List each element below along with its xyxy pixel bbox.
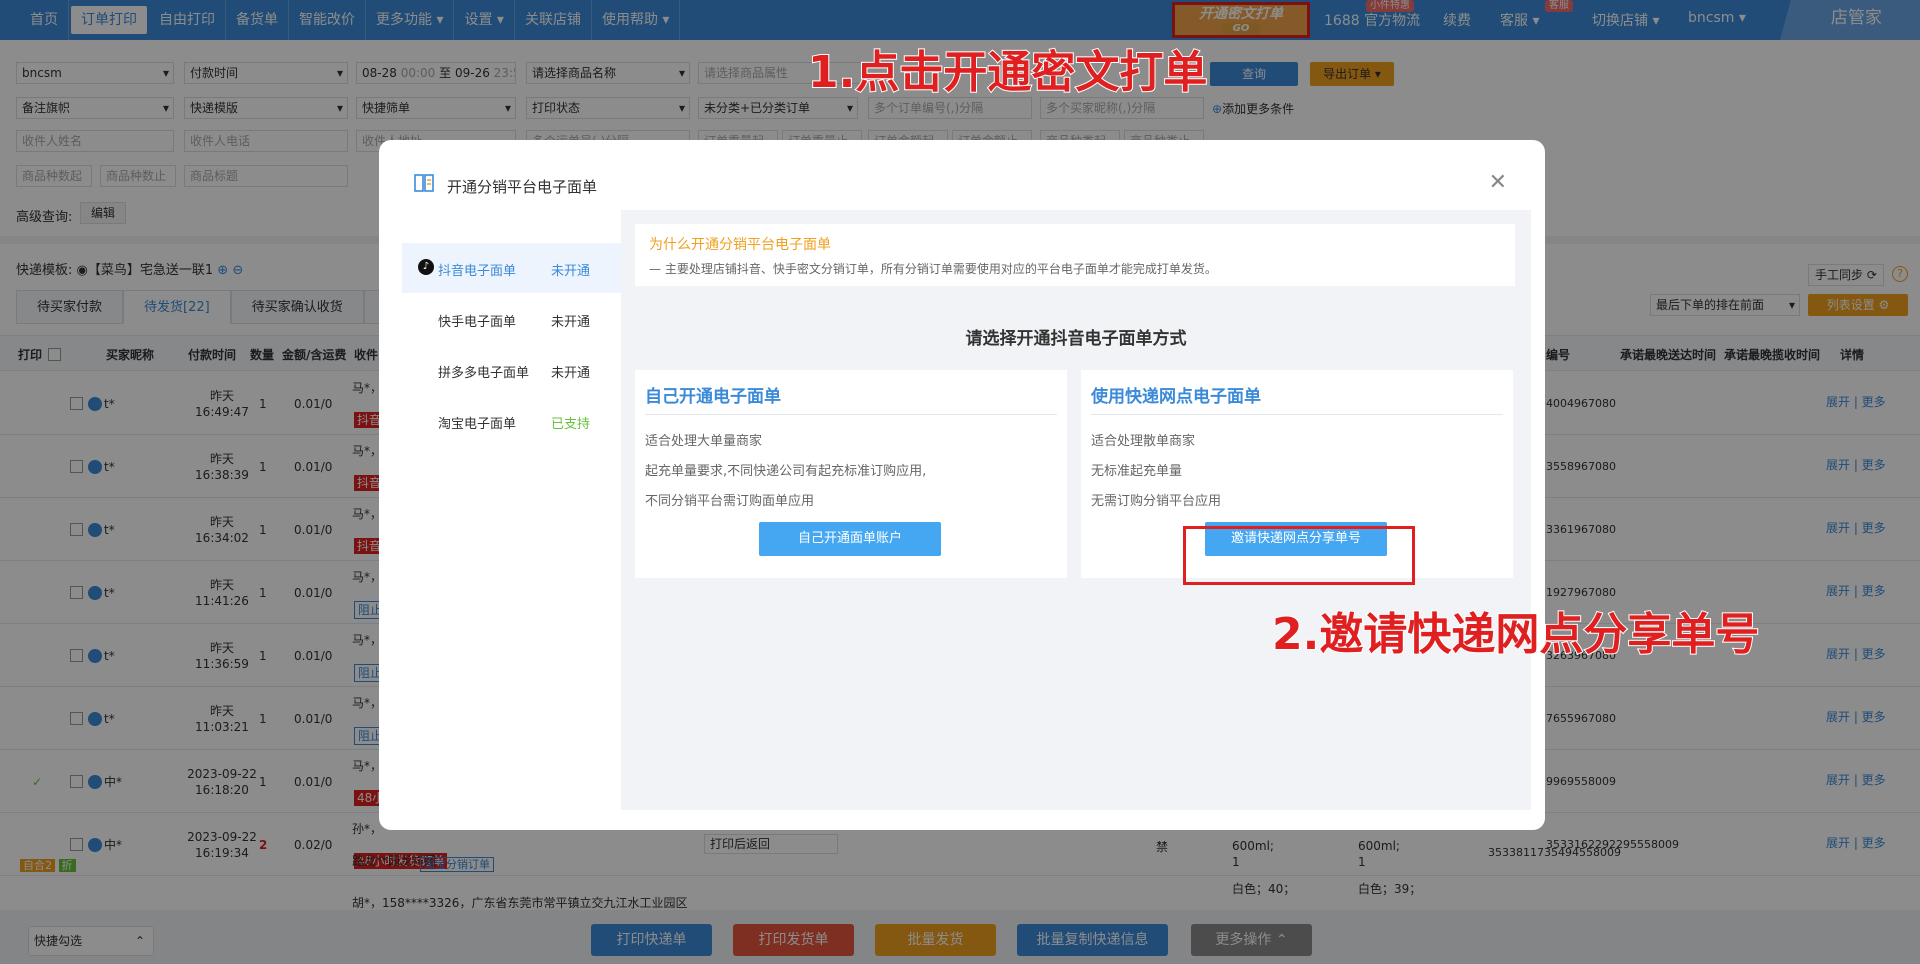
card-line: 不同分销平台需订购面单应用 bbox=[645, 494, 815, 509]
annotation-step1: 1.点击开通密文打单 bbox=[807, 46, 1208, 99]
open-distribution-waybill-dialog: 开通分销平台电子面单 ✕ ♪ 抖音电子面单 未开通 快手电子面单 未开通 拼多多… bbox=[379, 140, 1545, 830]
side-item-name: 抖音电子面单 bbox=[438, 264, 517, 279]
side-item-status: 未开通 bbox=[551, 315, 591, 330]
highlight-invite-box bbox=[1183, 526, 1415, 585]
card-line: 无标准起充单量 bbox=[1091, 464, 1183, 479]
choose-method-title: 请选择开通抖音电子面单方式 bbox=[965, 329, 1187, 349]
card-line: 无需订购分销平台应用 bbox=[1091, 494, 1222, 509]
dialog-content: 为什么开通分销平台电子面单 — 主要处理店铺抖音、快手密文分销订单，所有分销订单… bbox=[621, 210, 1531, 810]
side-item-pinduoduo[interactable]: 拼多多电子面单 未开通 bbox=[402, 345, 622, 395]
side-item-status: 已支持 bbox=[551, 417, 591, 432]
waybill-platform-list: ♪ 抖音电子面单 未开通 快手电子面单 未开通 拼多多电子面单 未开通 淘宝电子… bbox=[402, 210, 631, 810]
annotation-step2: 2.邀请快递网点分享单号 bbox=[1271, 608, 1760, 661]
notice-box: 为什么开通分销平台电子面单 — 主要处理店铺抖音、快手密文分销订单，所有分销订单… bbox=[635, 224, 1515, 286]
dialog-title: 开通分销平台电子面单 bbox=[447, 178, 598, 196]
card-divider bbox=[645, 414, 1057, 415]
notice-title: 为什么开通分销平台电子面单 bbox=[649, 237, 831, 253]
card-title: 使用快递网点电子面单 bbox=[1091, 387, 1261, 407]
book-icon bbox=[414, 174, 434, 192]
side-item-douyin[interactable]: ♪ 抖音电子面单 未开通 bbox=[402, 243, 622, 293]
side-item-taobao[interactable]: 淘宝电子面单 已支持 bbox=[402, 396, 622, 446]
notice-text: — 主要处理店铺抖音、快手密文分销订单，所有分销订单需要使用对应的平台电子面单才… bbox=[649, 262, 1217, 276]
card-line: 适合处理散单商家 bbox=[1091, 434, 1196, 449]
douyin-icon: ♪ bbox=[418, 259, 434, 275]
close-icon[interactable]: ✕ bbox=[1489, 170, 1507, 195]
self-open-card: 自己开通电子面单 适合处理大单量商家 起充单量要求,不同快递公司有起充标准订购应… bbox=[635, 370, 1067, 578]
card-line: 适合处理大单量商家 bbox=[645, 434, 763, 449]
card-title: 自己开通电子面单 bbox=[645, 387, 781, 407]
side-item-status: 未开通 bbox=[551, 264, 591, 279]
side-item-name: 淘宝电子面单 bbox=[438, 417, 517, 432]
side-item-name: 快手电子面单 bbox=[438, 315, 517, 330]
card-line: 起充单量要求,不同快递公司有起充标准订购应用, bbox=[645, 464, 927, 479]
side-item-kuaishou[interactable]: 快手电子面单 未开通 bbox=[402, 294, 622, 344]
side-item-name: 拼多多电子面单 bbox=[438, 366, 530, 381]
self-open-account-button[interactable]: 自己开通面单账户 bbox=[759, 522, 941, 556]
card-divider bbox=[1091, 414, 1503, 415]
side-item-status: 未开通 bbox=[551, 366, 591, 381]
